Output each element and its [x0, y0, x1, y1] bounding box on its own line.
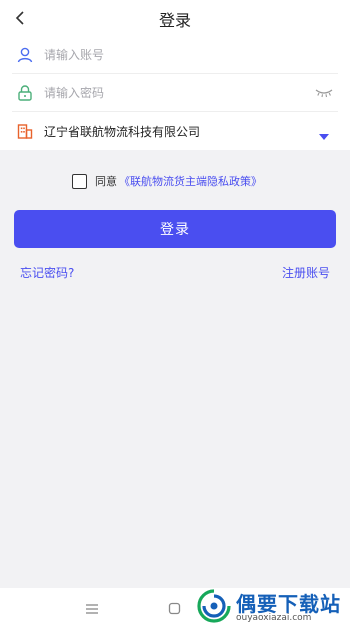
company-select[interactable]: 辽宁省联航物流科技有限公司 — [44, 123, 200, 140]
privacy-policy-link[interactable]: 《联航物流货主端隐私政策》 — [119, 173, 262, 189]
password-row[interactable]: 请输入密码 — [12, 74, 338, 112]
login-button[interactable]: 登录 — [14, 210, 336, 248]
agree-checkbox[interactable] — [72, 173, 87, 189]
watermark-logo-icon — [196, 588, 232, 625]
menu-icon[interactable] — [85, 600, 99, 619]
caret-down-icon[interactable] — [318, 126, 330, 145]
building-icon — [14, 120, 36, 142]
account-row[interactable]: 请输入账号 — [12, 36, 338, 74]
eye-closed-icon[interactable] — [314, 84, 334, 103]
company-row[interactable]: 辽宁省联航物流科技有限公司 — [12, 112, 338, 150]
top-bar: 登录 — [0, 0, 350, 36]
forgot-password-link[interactable]: 忘记密码? — [20, 264, 74, 281]
watermark: 偶要下载站 ouyaoxiazai.com — [196, 586, 350, 625]
account-input[interactable]: 请输入账号 — [44, 46, 104, 63]
home-square-icon[interactable] — [168, 600, 181, 619]
agree-label: 同意 — [95, 175, 117, 188]
password-input[interactable]: 请输入密码 — [44, 84, 104, 101]
agreement-row: 同意 《联航物流货主端隐私政策》 — [72, 172, 262, 190]
watermark-url: ouyaoxiazai.com — [236, 613, 312, 623]
page-title: 登录 — [158, 11, 191, 30]
login-form: 请输入账号 请输入密码 辽宁省联航物流科技有限公司 — [0, 36, 350, 150]
lock-icon — [14, 82, 36, 104]
user-icon — [14, 44, 36, 66]
register-link[interactable]: 注册账号 — [282, 264, 330, 281]
